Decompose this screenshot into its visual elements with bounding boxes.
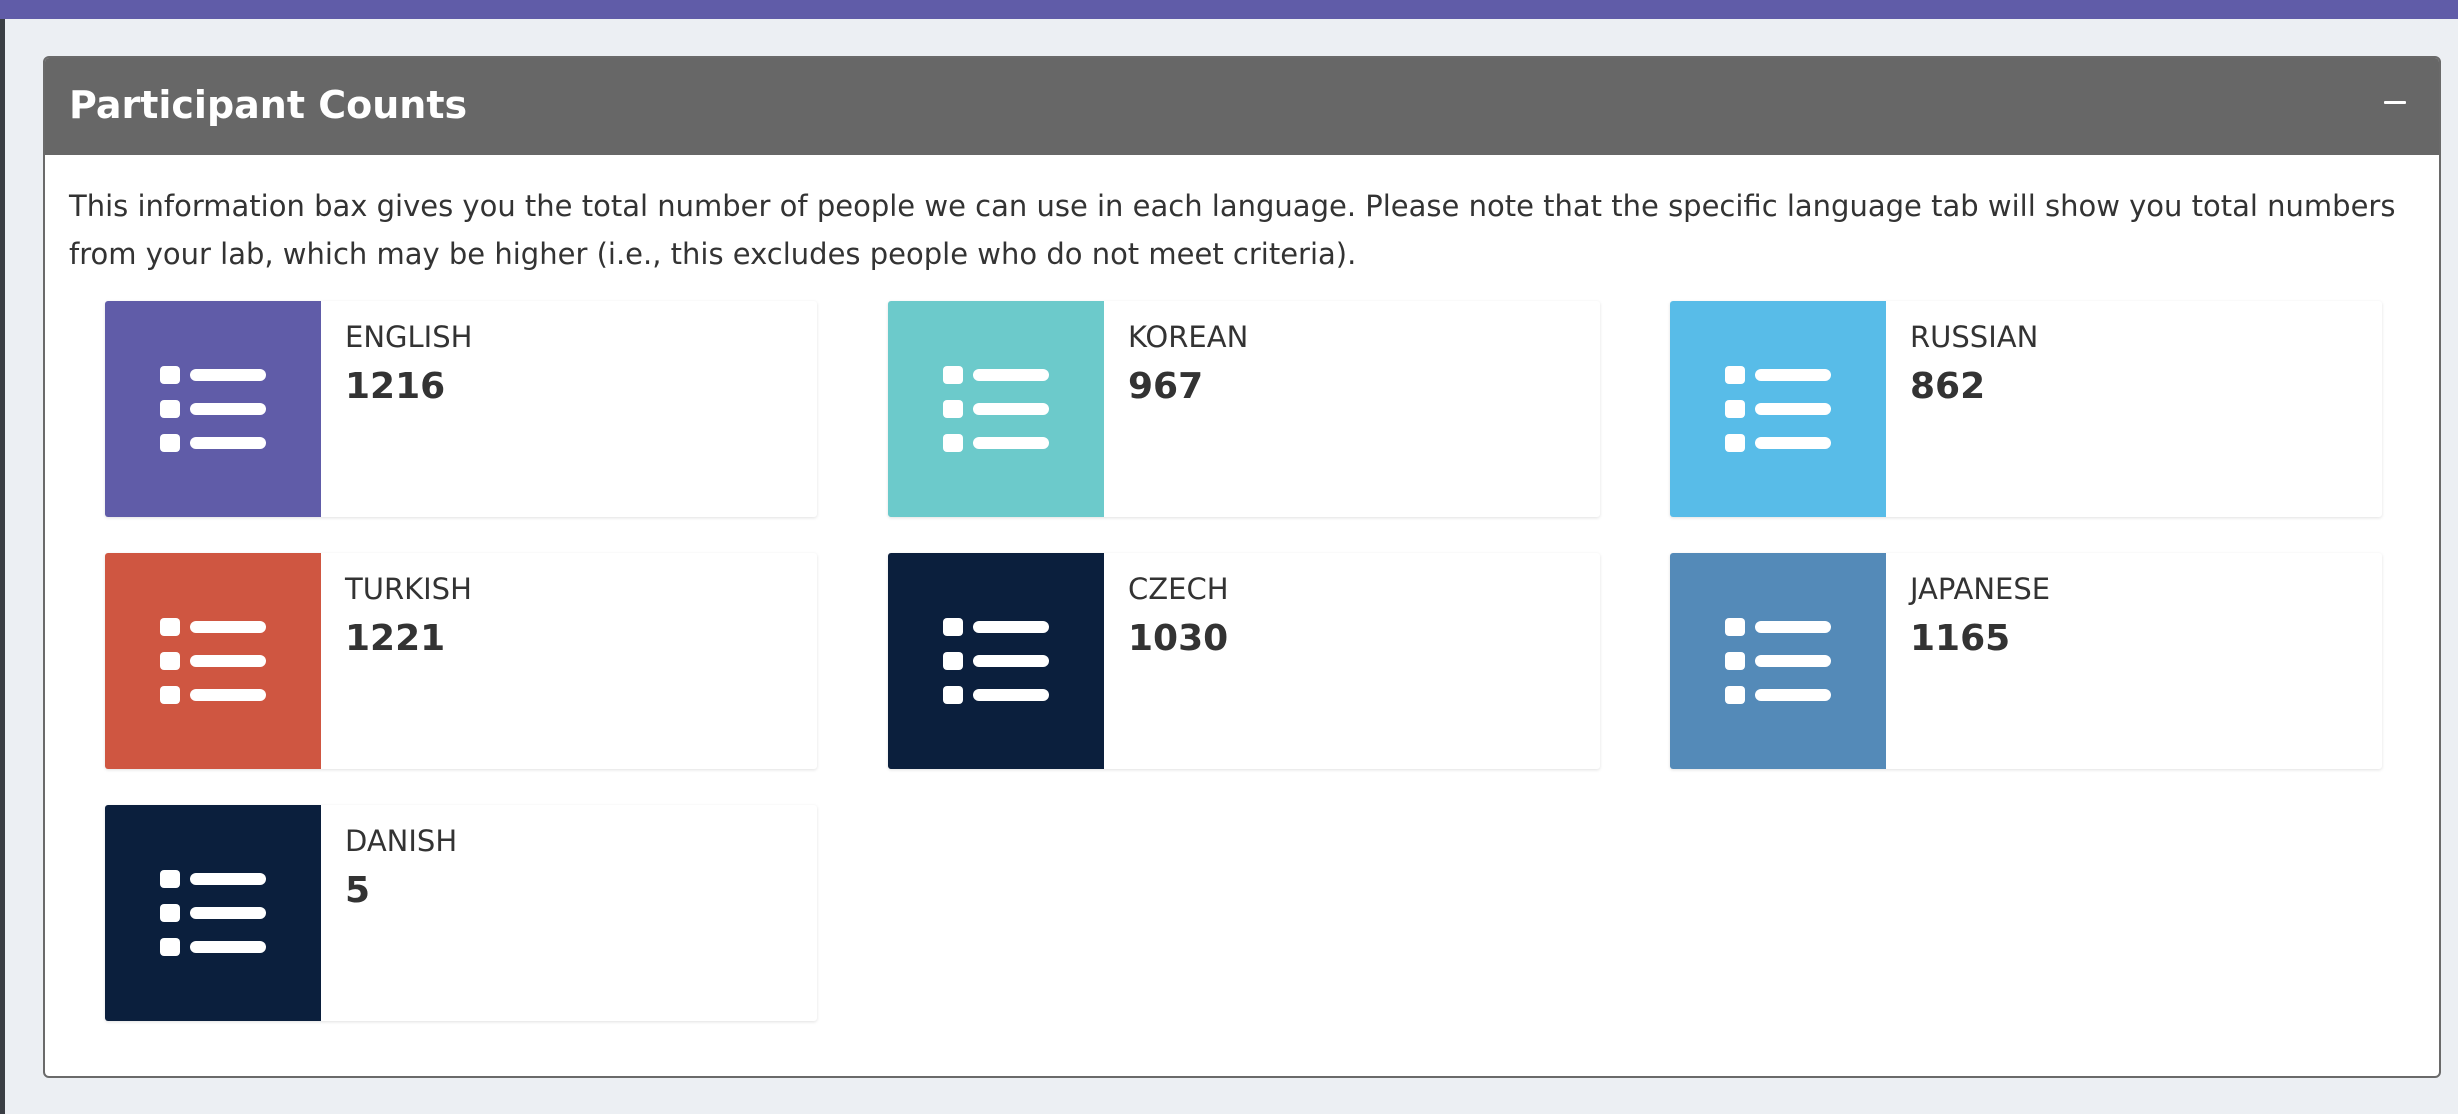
page: Participant Counts This information bax … [0, 0, 2458, 1114]
info-box-content: KOREAN 967 [1128, 317, 1590, 413]
participant-count: 862 [1910, 366, 1986, 407]
info-box-turkish: TURKISH 1221 [105, 553, 817, 769]
participant-count: 1216 [345, 366, 446, 407]
info-box-russian: RUSSIAN 862 [1670, 301, 2382, 517]
info-box-content: DANISH 5 [345, 821, 807, 917]
info-box-icon-bg [1670, 553, 1886, 769]
list-icon [160, 870, 266, 956]
info-box-czech: CZECH 1030 [888, 553, 1600, 769]
participant-count: 5 [345, 870, 371, 911]
list-icon [160, 618, 266, 704]
info-box-content: ENGLISH 1216 [345, 317, 807, 413]
info-box-icon-bg [888, 553, 1104, 769]
box-description: This information bax gives you the total… [69, 189, 2396, 271]
info-box-icon-bg [1670, 301, 1886, 517]
list-icon [1725, 366, 1831, 452]
list-icon [943, 618, 1049, 704]
info-box-icon-bg [888, 301, 1104, 517]
box-header: Participant Counts [45, 58, 2439, 155]
info-box-icon-bg [105, 553, 321, 769]
info-box-content: JAPANESE 1165 [1910, 569, 2372, 665]
participant-counts-box: Participant Counts This information bax … [43, 56, 2441, 1078]
info-box-content: TURKISH 1221 [345, 569, 807, 665]
language-label: JAPANESE [1910, 572, 2051, 606]
collapse-button[interactable] [2375, 82, 2415, 122]
info-box-japanese: JAPANESE 1165 [1670, 553, 2382, 769]
language-label: KOREAN [1128, 320, 1249, 354]
info-box-english: ENGLISH 1216 [105, 301, 817, 517]
list-icon [943, 366, 1049, 452]
info-box-danish: DANISH 5 [105, 805, 817, 1021]
participant-count: 1165 [1910, 618, 2011, 659]
language-label: DANISH [345, 824, 458, 858]
top-bar [0, 0, 2458, 19]
info-box-icon-bg [105, 301, 321, 517]
info-box-korean: KOREAN 967 [888, 301, 1600, 517]
info-box-icon-bg [105, 805, 321, 1021]
participant-count: 967 [1128, 366, 1204, 407]
list-icon [1725, 618, 1831, 704]
language-label: ENGLISH [345, 320, 473, 354]
info-box-content: CZECH 1030 [1128, 569, 1590, 665]
language-label: TURKISH [345, 572, 472, 606]
left-edge [0, 0, 5, 1114]
minus-icon [2384, 100, 2406, 104]
participant-count: 1221 [345, 618, 446, 659]
list-icon [160, 366, 266, 452]
language-label: RUSSIAN [1910, 320, 2039, 354]
box-title: Participant Counts [69, 83, 468, 127]
participant-count: 1030 [1128, 618, 1229, 659]
info-box-content: RUSSIAN 862 [1910, 317, 2372, 413]
language-label: CZECH [1128, 572, 1229, 606]
